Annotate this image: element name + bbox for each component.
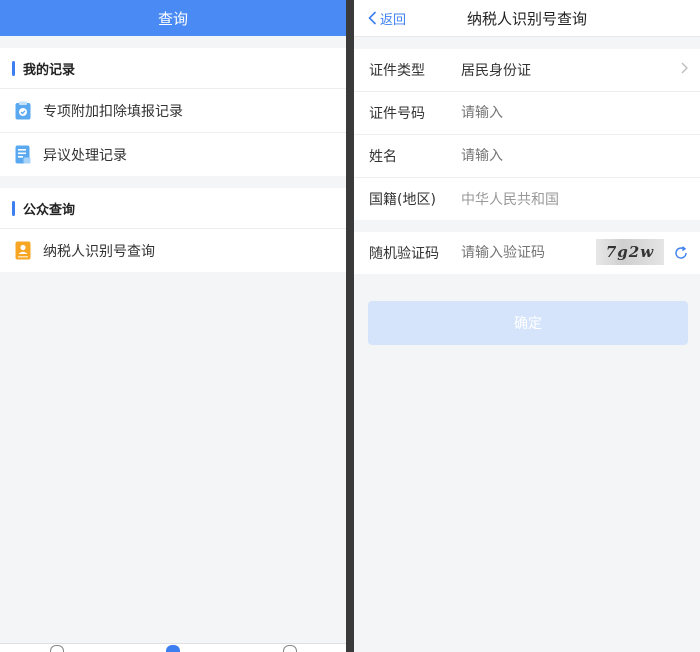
id-type-row[interactable]: 证件类型 居民身份证 — [354, 49, 700, 92]
my-records-section: 我的记录 专项附加扣除填报记录 异议处理记录 — [0, 48, 346, 176]
query-form: 证件类型 居民身份证 证件号码 姓名 国籍(地区) 中华人民共和国 — [354, 49, 700, 220]
special-deduction-records-item[interactable]: 专项附加扣除填报记录 — [0, 89, 346, 133]
section-title: 公众查询 — [23, 202, 76, 218]
captcha-row: 随机验证码 7g2w — [354, 232, 700, 274]
objection-records-item[interactable]: 异议处理记录 — [0, 133, 346, 176]
section-header: 公众查询 — [0, 188, 346, 229]
back-label: 返回 — [380, 12, 407, 28]
confirm-button[interactable]: 确定 — [368, 301, 688, 345]
profile-tab-icon[interactable] — [283, 645, 297, 652]
id-number-input[interactable] — [461, 105, 601, 121]
chevron-right-icon — [681, 62, 688, 78]
query-menu-screen: 查询 我的记录 专项附加扣除填报记录 异议处理记录 公众查询 纳税人识别号查询 — [0, 0, 346, 652]
name-input[interactable] — [461, 148, 601, 164]
item-label: 纳税人识别号查询 — [43, 243, 155, 260]
clipboard-check-icon — [14, 101, 32, 121]
captcha-input[interactable] — [461, 245, 591, 261]
confirm-label: 确定 — [514, 316, 542, 332]
nav-bar: 返回 纳税人识别号查询 — [354, 0, 700, 37]
query-tab-icon[interactable] — [166, 645, 180, 652]
back-button[interactable]: 返回 — [368, 0, 406, 36]
taxpayer-id-query-screen: 返回 纳税人识别号查询 证件类型 居民身份证 证件号码 姓名 国籍(地区) 中华… — [354, 0, 700, 652]
id-number-row: 证件号码 — [354, 92, 700, 135]
item-label: 异议处理记录 — [43, 147, 127, 164]
nationality-value[interactable]: 中华人民共和国 — [461, 189, 559, 209]
item-label: 专项附加扣除填报记录 — [43, 103, 183, 120]
home-tab-icon[interactable] — [50, 645, 64, 652]
field-label: 证件号码 — [369, 106, 425, 122]
section-header: 我的记录 — [0, 48, 346, 89]
field-label: 姓名 — [369, 149, 397, 165]
name-row: 姓名 — [354, 135, 700, 178]
field-label: 国籍(地区) — [369, 192, 436, 208]
refresh-icon[interactable] — [674, 245, 688, 259]
taxpayer-id-query-item[interactable]: 纳税人识别号查询 — [0, 229, 346, 272]
field-label: 随机验证码 — [369, 246, 439, 262]
field-label: 证件类型 — [369, 63, 425, 79]
section-marker — [12, 200, 15, 216]
id-type-select[interactable]: 居民身份证 — [461, 60, 531, 80]
page-title: 查询 — [157, 9, 188, 28]
section-title: 我的记录 — [23, 62, 76, 78]
nationality-row[interactable]: 国籍(地区) 中华人民共和国 — [354, 178, 700, 220]
bottom-nav-bar — [0, 643, 346, 652]
top-bar: 查询 — [0, 0, 346, 36]
chevron-left-icon — [368, 11, 377, 25]
public-query-section: 公众查询 纳税人识别号查询 — [0, 188, 346, 272]
document-list-icon — [14, 145, 32, 165]
captcha-image[interactable]: 7g2w — [596, 239, 664, 265]
section-marker — [12, 60, 15, 76]
captcha-form: 随机验证码 7g2w — [354, 232, 700, 274]
person-card-icon — [14, 241, 32, 261]
screen-divider — [346, 0, 354, 652]
